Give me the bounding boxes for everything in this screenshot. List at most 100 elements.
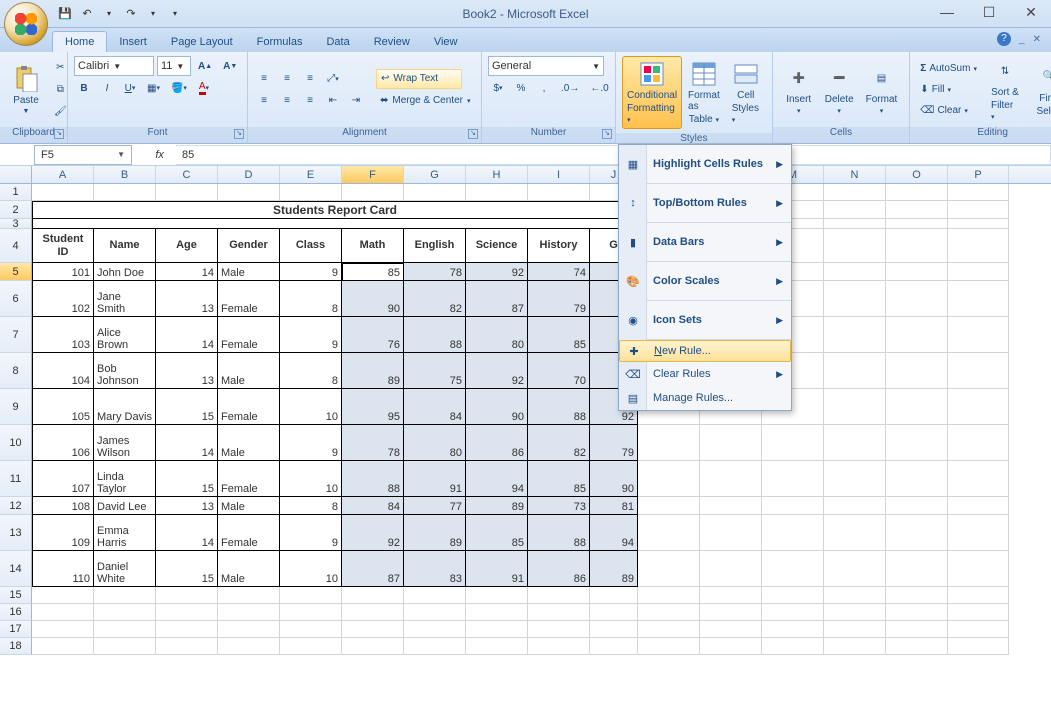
row-header[interactable]: 10 — [0, 425, 32, 461]
italic-button[interactable]: I — [97, 78, 117, 98]
cell[interactable]: 85 — [342, 263, 404, 281]
cell[interactable] — [824, 604, 886, 621]
cell[interactable]: Male — [218, 353, 280, 389]
cell[interactable] — [404, 604, 466, 621]
fill-button[interactable]: ⬇ Fill ▾ — [916, 80, 981, 100]
fill-color-button[interactable]: 🪣▾ — [167, 78, 191, 98]
cell[interactable] — [886, 515, 948, 551]
cell[interactable]: 9 — [280, 515, 342, 551]
cell[interactable]: 84 — [404, 389, 466, 425]
cell[interactable] — [590, 621, 638, 638]
cell[interactable]: Male — [218, 425, 280, 461]
column-header-P[interactable]: P — [948, 166, 1009, 183]
menu-data-bars[interactable]: ▮ Data Bars▶ — [619, 223, 791, 261]
cell[interactable]: Class — [280, 229, 342, 263]
row-header[interactable]: 6 — [0, 281, 32, 317]
qat-save-icon[interactable]: 💾 — [56, 5, 74, 23]
cell[interactable] — [886, 587, 948, 604]
cell[interactable] — [948, 263, 1009, 281]
percent-format-button[interactable]: % — [511, 78, 531, 98]
number-format-combo[interactable]: General▼ — [488, 56, 604, 76]
cell[interactable] — [700, 621, 762, 638]
menu-manage-rules[interactable]: ▤ Manage Rules... — [619, 386, 791, 410]
cell[interactable]: Linda Taylor — [94, 461, 156, 497]
cell[interactable] — [466, 621, 528, 638]
cell[interactable]: 90 — [590, 461, 638, 497]
cell[interactable]: 78 — [342, 425, 404, 461]
cell[interactable] — [638, 551, 700, 587]
increase-decimal-button[interactable]: .0→ — [557, 78, 583, 98]
cell[interactable]: 70 — [528, 353, 590, 389]
cell[interactable] — [762, 497, 824, 515]
cell[interactable] — [638, 621, 700, 638]
menu-highlight-cells-rules[interactable]: ▦ Highlight Cells Rules▶ — [619, 145, 791, 183]
column-header-E[interactable]: E — [280, 166, 342, 183]
cell[interactable] — [32, 587, 94, 604]
cell[interactable] — [824, 587, 886, 604]
ribbon-minimize-icon[interactable]: _ — [1019, 34, 1025, 45]
column-header-D[interactable]: D — [218, 166, 280, 183]
worksheet[interactable]: ABCDEFGHIJKLMNOP 12Students Report Card3… — [0, 166, 1051, 655]
menu-clear-rules[interactable]: ⌫ Clear Rules▶ — [619, 362, 791, 386]
cell[interactable]: David Lee — [94, 497, 156, 515]
cell[interactable]: 95 — [342, 389, 404, 425]
format-as-table-button[interactable]: Format as Table ▾ — [682, 60, 726, 125]
cell[interactable]: 15 — [156, 461, 218, 497]
cell[interactable]: Male — [218, 263, 280, 281]
cell[interactable]: 8 — [280, 281, 342, 317]
cell[interactable]: 92 — [466, 263, 528, 281]
cell[interactable]: 74 — [528, 263, 590, 281]
cell[interactable] — [700, 604, 762, 621]
cell[interactable]: Female — [218, 389, 280, 425]
cell[interactable] — [218, 638, 280, 655]
cell[interactable] — [342, 184, 404, 201]
cell[interactable]: 106 — [32, 425, 94, 461]
row-header[interactable]: 16 — [0, 604, 32, 621]
font-dialog-launcher[interactable]: ↘ — [234, 129, 244, 139]
cell[interactable] — [824, 461, 886, 497]
select-all-corner[interactable] — [0, 166, 32, 183]
cell[interactable] — [638, 497, 700, 515]
cell[interactable] — [824, 389, 886, 425]
cell[interactable] — [466, 604, 528, 621]
cell[interactable] — [218, 587, 280, 604]
cell[interactable]: 78 — [404, 263, 466, 281]
cell[interactable] — [156, 638, 218, 655]
cell[interactable]: 10 — [280, 461, 342, 497]
cell[interactable]: 88 — [528, 515, 590, 551]
cell[interactable]: 84 — [342, 497, 404, 515]
cell[interactable] — [156, 621, 218, 638]
cell[interactable] — [280, 604, 342, 621]
row-header[interactable]: 17 — [0, 621, 32, 638]
column-header-N[interactable]: N — [824, 166, 886, 183]
cell[interactable] — [762, 515, 824, 551]
cell[interactable] — [762, 425, 824, 461]
cell[interactable]: 109 — [32, 515, 94, 551]
row-header[interactable]: 18 — [0, 638, 32, 655]
qat-undo-more-icon[interactable]: ▾ — [100, 5, 118, 23]
cell[interactable]: 105 — [32, 389, 94, 425]
font-name-combo[interactable]: Calibri▼ — [74, 56, 154, 76]
cell[interactable]: Student ID — [32, 229, 94, 263]
column-header-G[interactable]: G — [404, 166, 466, 183]
cell[interactable]: 90 — [342, 281, 404, 317]
cell[interactable] — [638, 604, 700, 621]
window-close-button[interactable]: ✕ — [1017, 2, 1045, 22]
cell[interactable] — [32, 219, 638, 229]
cell[interactable] — [700, 551, 762, 587]
tab-data[interactable]: Data — [314, 32, 361, 52]
cell[interactable] — [948, 604, 1009, 621]
cell[interactable]: 89 — [342, 353, 404, 389]
cell[interactable]: 77 — [404, 497, 466, 515]
cell[interactable]: Name — [94, 229, 156, 263]
row-header[interactable]: 1 — [0, 184, 32, 201]
qat-redo-more-icon[interactable]: ▾ — [144, 5, 162, 23]
cell[interactable]: Students Report Card — [32, 201, 638, 219]
cell[interactable] — [886, 201, 948, 219]
cell[interactable]: 85 — [528, 317, 590, 353]
underline-button[interactable]: U▾ — [120, 78, 140, 98]
cell[interactable]: 76 — [342, 317, 404, 353]
cell[interactable]: 15 — [156, 389, 218, 425]
cell[interactable] — [32, 604, 94, 621]
cell[interactable]: Male — [218, 497, 280, 515]
